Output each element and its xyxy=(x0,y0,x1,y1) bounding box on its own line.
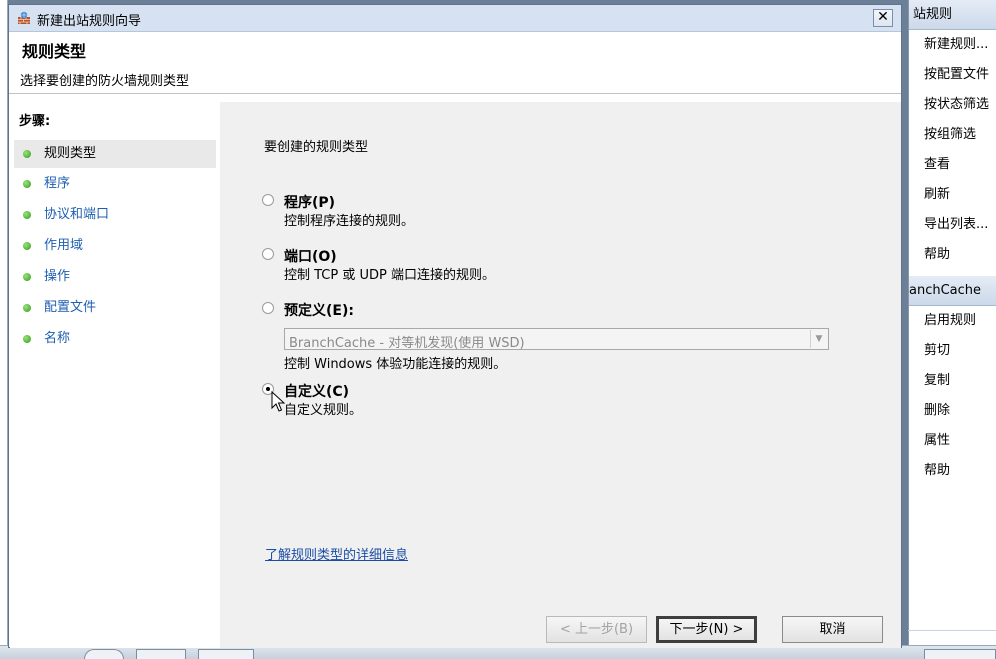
step-label: 名称 xyxy=(44,331,71,346)
action-delete[interactable]: 删除 xyxy=(909,396,996,426)
wizard-title-bar[interactable]: 新建出站规则向导 ✕ xyxy=(9,5,901,32)
action-copy[interactable]: 复制 xyxy=(909,366,996,396)
step-scope[interactable]: 作用域 xyxy=(14,232,216,260)
predefined-rule-value: BranchCache - 对等机发现(使用 WSD) xyxy=(289,336,525,351)
step-label: 作用域 xyxy=(44,238,84,253)
back-button[interactable]: < 上一步(B) xyxy=(546,616,647,643)
predefined-rule-select[interactable]: BranchCache - 对等机发现(使用 WSD) ▼ xyxy=(284,328,829,351)
option-program-description: 控制程序连接的规则。 xyxy=(284,214,415,229)
action-new-rule[interactable]: 新建规则... xyxy=(909,30,996,60)
actions-section2: 启用规则 剪切 复制 删除 属性 帮助 xyxy=(909,306,996,486)
step-bullet-icon xyxy=(23,304,31,312)
option-predefined-description: 控制 Windows 体验功能连接的规则。 xyxy=(284,357,507,372)
step-bullet-icon xyxy=(23,150,31,158)
wizard-header: 规则类型 选择要创建的防火墙规则类型 xyxy=(9,32,901,94)
option-custom-label[interactable]: 自定义(C) xyxy=(284,381,349,401)
step-label: 协议和端口 xyxy=(44,207,110,222)
taskbar-tray xyxy=(924,649,996,659)
wizard-title: 新建出站规则向导 xyxy=(37,14,142,29)
close-icon: ✕ xyxy=(877,9,889,25)
actions-section1: 新建规则... 按配置文件 按状态筛选 按组筛选 查看 刷新 导出列表... 帮… xyxy=(909,30,996,270)
action-properties[interactable]: 属性 xyxy=(909,426,996,456)
taskbar-button[interactable] xyxy=(136,649,186,659)
action-refresh[interactable]: 刷新 xyxy=(909,180,996,210)
taskbar-ie-button[interactable] xyxy=(84,649,124,659)
step-program[interactable]: 程序 xyxy=(14,170,216,198)
page-subtitle: 选择要创建的防火墙规则类型 xyxy=(20,74,190,89)
action-filter-by-state[interactable]: 按状态筛选 xyxy=(909,90,996,120)
console-left-edge xyxy=(0,0,8,659)
action-filter-by-group[interactable]: 按组筛选 xyxy=(909,120,996,150)
steps-panel: 步骤: 规则类型 程序 协议和端口 作用域 操作 配置文件 名称 xyxy=(10,102,220,648)
action-view[interactable]: 查看 xyxy=(909,150,996,180)
mouse-cursor-icon xyxy=(271,391,285,412)
new-outbound-rule-wizard: 新建出站规则向导 ✕ 规则类型 选择要创建的防火墙规则类型 步骤: 规则类型 程… xyxy=(8,4,902,648)
content-panel: 要创建的规则类型 程序(P) 控制程序连接的规则。 端口(O) 控制 TCP 或… xyxy=(220,102,901,648)
step-profile[interactable]: 配置文件 xyxy=(14,294,216,322)
step-label: 配置文件 xyxy=(44,300,97,315)
radio-predefined[interactable] xyxy=(262,302,274,314)
cancel-button[interactable]: 取消 xyxy=(782,616,883,643)
step-name[interactable]: 名称 xyxy=(14,325,216,353)
step-protocol-and-ports[interactable]: 协议和端口 xyxy=(14,201,216,229)
action-help-2[interactable]: 帮助 xyxy=(909,456,996,486)
option-port-label[interactable]: 端口(O) xyxy=(284,246,337,266)
chevron-down-icon[interactable]: ▼ xyxy=(810,330,827,348)
learn-more-link[interactable]: 了解规则类型的详细信息 xyxy=(265,544,408,563)
action-cut[interactable]: 剪切 xyxy=(909,336,996,366)
step-bullet-icon xyxy=(23,242,31,250)
next-button[interactable]: 下一步(N) > xyxy=(656,616,757,643)
option-custom-description: 自定义规则。 xyxy=(284,403,363,418)
firewall-icon xyxy=(18,11,30,24)
step-label: 规则类型 xyxy=(44,146,97,161)
close-button[interactable]: ✕ xyxy=(873,9,893,27)
option-port-description: 控制 TCP 或 UDP 端口连接的规则。 xyxy=(284,268,495,283)
actions-header-outbound-rules[interactable]: 站规则 xyxy=(909,0,996,30)
page-title: 规则类型 xyxy=(22,42,87,61)
steps-heading: 步骤: xyxy=(19,114,51,129)
step-label: 操作 xyxy=(44,269,71,284)
radio-program[interactable] xyxy=(262,194,274,206)
action-filter-by-profile[interactable]: 按配置文件 xyxy=(909,60,996,90)
step-bullet-icon xyxy=(23,211,31,219)
action-help[interactable]: 帮助 xyxy=(909,240,996,270)
action-enable-rule[interactable]: 启用规则 xyxy=(909,306,996,336)
option-program-label[interactable]: 程序(P) xyxy=(284,192,335,212)
actions-pane-divider xyxy=(908,630,996,631)
actions-header-branchcache[interactable]: anchCache xyxy=(909,276,996,306)
step-bullet-icon xyxy=(23,273,31,281)
option-predefined-label[interactable]: 预定义(E): xyxy=(284,300,354,320)
step-action[interactable]: 操作 xyxy=(14,263,216,291)
rule-type-prompt: 要创建的规则类型 xyxy=(264,140,369,155)
taskbar-button-active[interactable] xyxy=(198,649,254,659)
step-bullet-icon xyxy=(23,335,31,343)
action-export-list[interactable]: 导出列表... xyxy=(909,210,996,240)
step-rule-type[interactable]: 规则类型 xyxy=(14,140,216,168)
actions-pane: 站规则 新建规则... 按配置文件 按状态筛选 按组筛选 查看 刷新 导出列表.… xyxy=(908,0,996,645)
step-bullet-icon xyxy=(23,180,31,188)
step-label: 程序 xyxy=(44,176,71,191)
radio-port[interactable] xyxy=(262,248,274,260)
